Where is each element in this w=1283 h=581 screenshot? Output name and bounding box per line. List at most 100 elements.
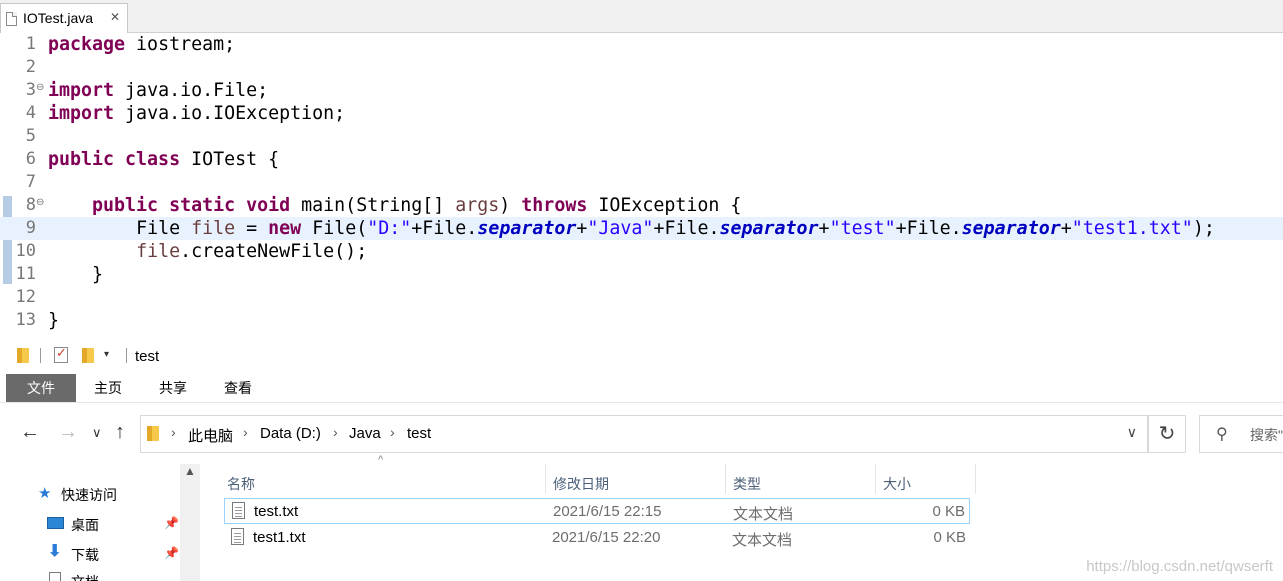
code-text: File file = new File("D:"+File.separator… bbox=[136, 218, 1215, 239]
download-icon: ⬇ bbox=[48, 543, 62, 560]
nav-item-documents[interactable]: 文档 bbox=[71, 572, 99, 581]
quick-access-toolbar: ✓ ▾ test bbox=[0, 336, 1283, 374]
chevron-right-icon[interactable]: › bbox=[171, 424, 176, 440]
editor-tab-title: IOTest.java bbox=[23, 10, 94, 26]
column-divider[interactable] bbox=[975, 464, 976, 494]
watermark: https://blog.csdn.net/qwserft bbox=[1086, 558, 1273, 575]
pin-icon[interactable]: 📌 bbox=[164, 546, 179, 560]
address-bar[interactable]: › 此电脑 › Data (D:) › Java › test ∨ bbox=[140, 415, 1148, 453]
java-file-icon bbox=[6, 12, 17, 26]
code-editor[interactable]: IOTest.java ✕ 1 package iostream; 2 3 ⊖ … bbox=[0, 0, 1283, 336]
code-line: 5 bbox=[0, 125, 1283, 148]
line-number: 2 bbox=[25, 57, 36, 77]
file-explorer-window: ✓ ▾ test 文件 主页 共享 查看 ← → ∨ ↑ › 此电脑 › Dat… bbox=[0, 336, 1283, 581]
nav-item-desktop[interactable]: 桌面 bbox=[71, 515, 99, 535]
window-title: test bbox=[135, 348, 160, 365]
code-text: } bbox=[48, 264, 104, 285]
breadcrumb-java[interactable]: Java bbox=[349, 425, 381, 442]
close-icon[interactable]: ✕ bbox=[110, 10, 120, 24]
breadcrumb-this-pc[interactable]: 此电脑 bbox=[188, 425, 233, 446]
desktop-icon bbox=[47, 517, 64, 529]
file-row[interactable]: test.txt 2021/6/15 22:15 文本文档 0 KB bbox=[224, 498, 970, 524]
file-size: 0 KB bbox=[933, 529, 966, 546]
code-text: } bbox=[48, 310, 60, 331]
back-arrow-icon[interactable]: ← bbox=[20, 421, 40, 444]
editor-tab-iotest[interactable]: IOTest.java ✕ bbox=[0, 3, 128, 33]
column-divider[interactable] bbox=[545, 464, 546, 494]
code-text: import java.io.IOException; bbox=[48, 103, 346, 124]
code-text: import java.io.File; bbox=[48, 80, 269, 101]
column-header-name[interactable]: 名称 bbox=[227, 474, 255, 494]
search-placeholder: 搜索" bbox=[1250, 427, 1283, 443]
toolbar-divider bbox=[40, 348, 41, 363]
line-number: 6 bbox=[25, 149, 36, 169]
line-number: 10 bbox=[15, 241, 36, 261]
chevron-right-icon[interactable]: › bbox=[333, 424, 338, 440]
navigation-bar: ← → ∨ ↑ › 此电脑 › Data (D:) › Java › test … bbox=[0, 402, 1283, 464]
file-type: 文本文档 bbox=[732, 532, 793, 549]
line-number: 5 bbox=[25, 126, 36, 146]
nav-item-quick-access[interactable]: 快速访问 bbox=[61, 485, 117, 505]
file-type: 文本文档 bbox=[733, 506, 794, 523]
fold-icon[interactable]: ⊖ bbox=[36, 82, 44, 93]
document-icon bbox=[49, 572, 61, 581]
code-text: public class IOTest { bbox=[48, 149, 280, 170]
scroll-up-icon[interactable]: ▲ bbox=[184, 464, 196, 478]
code-line: 8 ⊖ public static void main(String[] arg… bbox=[0, 194, 1283, 217]
ribbon-tabs: 文件 主页 共享 查看 bbox=[0, 374, 1283, 402]
fold-icon[interactable]: ⊖ bbox=[36, 197, 44, 208]
tab-view[interactable]: 查看 bbox=[218, 374, 258, 402]
line-number: 3 bbox=[25, 80, 36, 100]
up-arrow-icon[interactable]: ↑ bbox=[115, 421, 125, 444]
line-number: 12 bbox=[15, 287, 36, 307]
line-number: 4 bbox=[25, 103, 36, 123]
file-modified: 2021/6/15 22:20 bbox=[552, 529, 661, 546]
star-icon: ★ bbox=[38, 485, 52, 502]
search-icon: ⚲ bbox=[1216, 426, 1228, 443]
tab-share[interactable]: 共享 bbox=[153, 374, 193, 402]
chevron-down-icon[interactable]: ∨ bbox=[1127, 424, 1137, 441]
properties-icon[interactable]: ✓ bbox=[54, 345, 68, 363]
navigation-pane: ★ 快速访问 桌面 📌 ⬇ 下载 📌 文档 ▲ bbox=[0, 464, 202, 581]
column-header-size[interactable]: 大小 bbox=[883, 474, 911, 494]
breadcrumb-drive[interactable]: Data (D:) bbox=[260, 425, 321, 442]
sort-ascending-icon: ^ bbox=[378, 454, 384, 466]
code-line: 2 bbox=[0, 56, 1283, 79]
column-header-modified[interactable]: 修改日期 bbox=[553, 474, 609, 494]
text-file-icon bbox=[232, 502, 245, 519]
toolbar-divider bbox=[126, 348, 127, 363]
line-number: 1 bbox=[25, 34, 36, 54]
code-line: 4 import java.io.IOException; bbox=[0, 102, 1283, 125]
code-line: 13 } bbox=[0, 309, 1283, 332]
chevron-right-icon[interactable]: › bbox=[243, 424, 248, 440]
code-line: 1 package iostream; bbox=[0, 33, 1283, 56]
code-line: 7 bbox=[0, 171, 1283, 194]
pin-icon[interactable]: 📌 bbox=[164, 516, 179, 530]
nav-item-downloads[interactable]: 下载 bbox=[71, 545, 99, 565]
forward-arrow-icon[interactable]: → bbox=[58, 421, 78, 444]
new-folder-icon[interactable] bbox=[82, 348, 94, 363]
text-file-icon bbox=[231, 528, 244, 545]
tab-file[interactable]: 文件 bbox=[6, 374, 76, 402]
code-line: 10 file.createNewFile(); bbox=[0, 240, 1283, 263]
recent-locations-icon[interactable]: ∨ bbox=[92, 425, 102, 441]
breadcrumb-test[interactable]: test bbox=[407, 425, 431, 442]
file-row[interactable]: test1.txt 2021/6/15 22:20 文本文档 0 KB bbox=[224, 525, 970, 551]
customize-toolbar-icon[interactable]: ▾ bbox=[104, 349, 109, 360]
chevron-right-icon[interactable]: › bbox=[390, 424, 395, 440]
line-number: 9 bbox=[25, 218, 36, 238]
code-text: public static void main(String[] args) t… bbox=[92, 195, 742, 216]
column-divider[interactable] bbox=[725, 464, 726, 494]
column-header-type[interactable]: 类型 bbox=[733, 474, 761, 494]
code-line: 11 } bbox=[0, 263, 1283, 286]
file-name: test1.txt bbox=[253, 529, 306, 546]
scrollbar[interactable]: ▲ bbox=[180, 464, 200, 581]
code-line: 12 bbox=[0, 286, 1283, 309]
search-input[interactable]: ⚲ 搜索" bbox=[1199, 415, 1283, 453]
line-number: 13 bbox=[15, 310, 36, 330]
folder-icon bbox=[17, 348, 29, 363]
code-line-current: 9 File file = new File("D:"+File.separat… bbox=[0, 217, 1283, 240]
column-divider[interactable] bbox=[875, 464, 876, 494]
tab-home[interactable]: 主页 bbox=[88, 374, 128, 402]
refresh-button[interactable]: ↻ bbox=[1148, 415, 1186, 453]
